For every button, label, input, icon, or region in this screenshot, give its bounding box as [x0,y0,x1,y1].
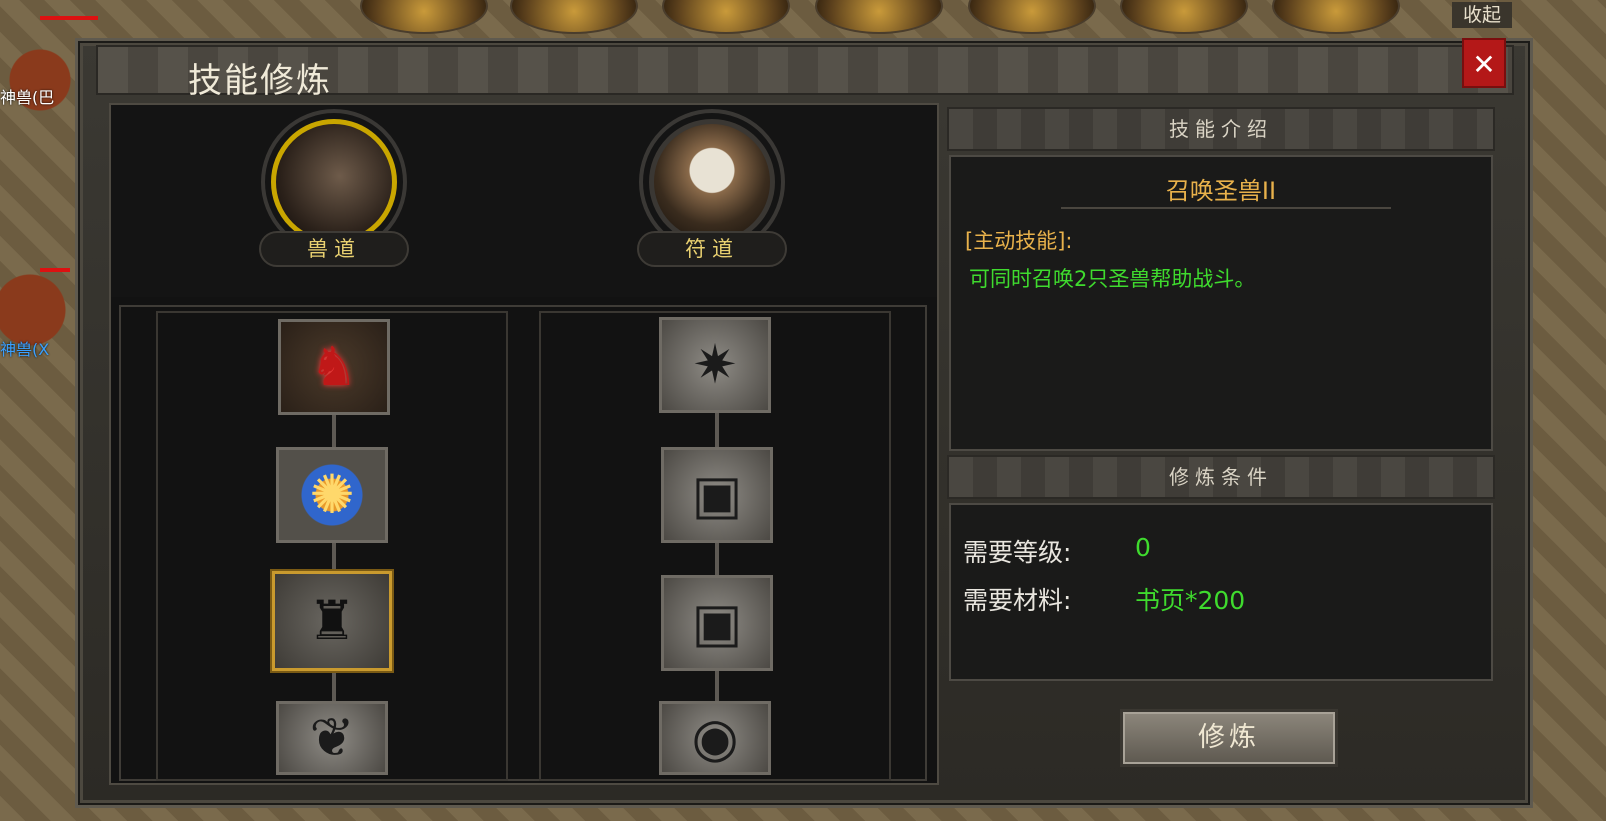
skill-slot-talisman-seal-1[interactable]: ▣ [661,447,773,543]
skill-name: 召唤圣兽II [1165,177,1277,205]
path-tab-talisman[interactable]: 符道 [619,107,799,277]
tentacle-beast-icon: ❦ [309,706,355,769]
menu-icon-2[interactable] [510,0,638,34]
close-icon: ✕ [1472,48,1496,81]
menu-icon-5[interactable] [968,0,1096,34]
path-selector: 兽道 符道 [111,105,937,297]
divider [1061,207,1391,209]
npc-hp-bar [40,16,98,20]
skill-intro-panel: 召唤圣兽II [主动技能]: 可同时召唤2只圣兽帮助战斗。 [949,155,1493,451]
skill-intro-header: 技能介绍 [947,107,1495,151]
white-haired-mage-portrait-icon [649,119,775,245]
skill-training-window: 技能修炼 兽道 符道 ♞ ✺ ♜ ❦ ✷ ▣ ▣ ◉ 技能介绍 召唤圣兽II [… [75,38,1533,808]
npc-name-label[interactable]: 神兽(巴 [0,84,54,108]
horned-helm-icon: ♜ [307,589,357,652]
level-label: 需要等级: [963,538,1072,567]
top-menu-bar [360,0,1540,36]
window-title: 技能修炼 [188,61,332,101]
close-button[interactable]: ✕ [1462,38,1506,88]
npc-hp-bar [40,268,70,272]
skill-slot-talisman-seal-2[interactable]: ▣ [661,575,773,671]
skill-description: 可同时召唤2只圣兽帮助战斗。 [969,267,1256,291]
beast-skill-column: ♞ ✺ ♜ ❦ [156,311,508,781]
level-value: 0 [1135,533,1151,562]
flame-droplet-icon: ◉ [691,706,739,769]
skill-slot-tentacle-beast[interactable]: ❦ [276,701,388,775]
beast-warrior-portrait-icon [271,119,397,245]
red-demon-icon: ♞ [309,335,359,398]
skill-slot-horned-helm[interactable]: ♜ [272,571,392,671]
skill-type: [主动技能]: [965,229,1073,253]
collapse-button[interactable]: 收起 [1452,2,1512,28]
skill-tree-area: 兽道 符道 ♞ ✺ ♜ ❦ ✷ ▣ ▣ ◉ [109,103,939,785]
menu-icon-6[interactable] [1120,0,1248,34]
material-label: 需要材料: [963,586,1072,615]
menu-icon-1[interactable] [360,0,488,34]
train-button[interactable]: 修炼 [1120,709,1338,767]
light-burst-icon: ✷ [692,333,738,396]
path-tab-beast[interactable]: 兽道 [241,107,421,277]
talisman-seal-icon: ▣ [691,463,743,526]
window-titlebar[interactable]: 技能修炼 [96,45,1514,101]
skill-slot-flame-droplet[interactable]: ◉ [659,701,771,775]
talisman-seal-icon: ▣ [691,591,743,654]
path-label-talisman: 符道 [637,231,787,267]
talisman-skill-column: ✷ ▣ ▣ ◉ [539,311,891,781]
requirements-panel: 需要等级: 0 需要材料: 书页*200 [949,503,1493,681]
requirements-header: 修炼条件 [947,455,1495,499]
path-label-beast: 兽道 [259,231,409,267]
material-value: 书页*200 [1135,586,1246,615]
skill-slot-red-demon[interactable]: ♞ [278,319,390,415]
fire-orb-icon: ✺ [309,463,355,526]
menu-icon-3[interactable] [662,0,790,34]
menu-icon-4[interactable] [815,0,943,34]
skill-slot-fire-orb[interactable]: ✺ [276,447,388,543]
npc-name-label[interactable]: 神兽(X [0,336,49,360]
menu-icon-7[interactable] [1272,0,1400,34]
skill-slot-light-burst[interactable]: ✷ [659,317,771,413]
